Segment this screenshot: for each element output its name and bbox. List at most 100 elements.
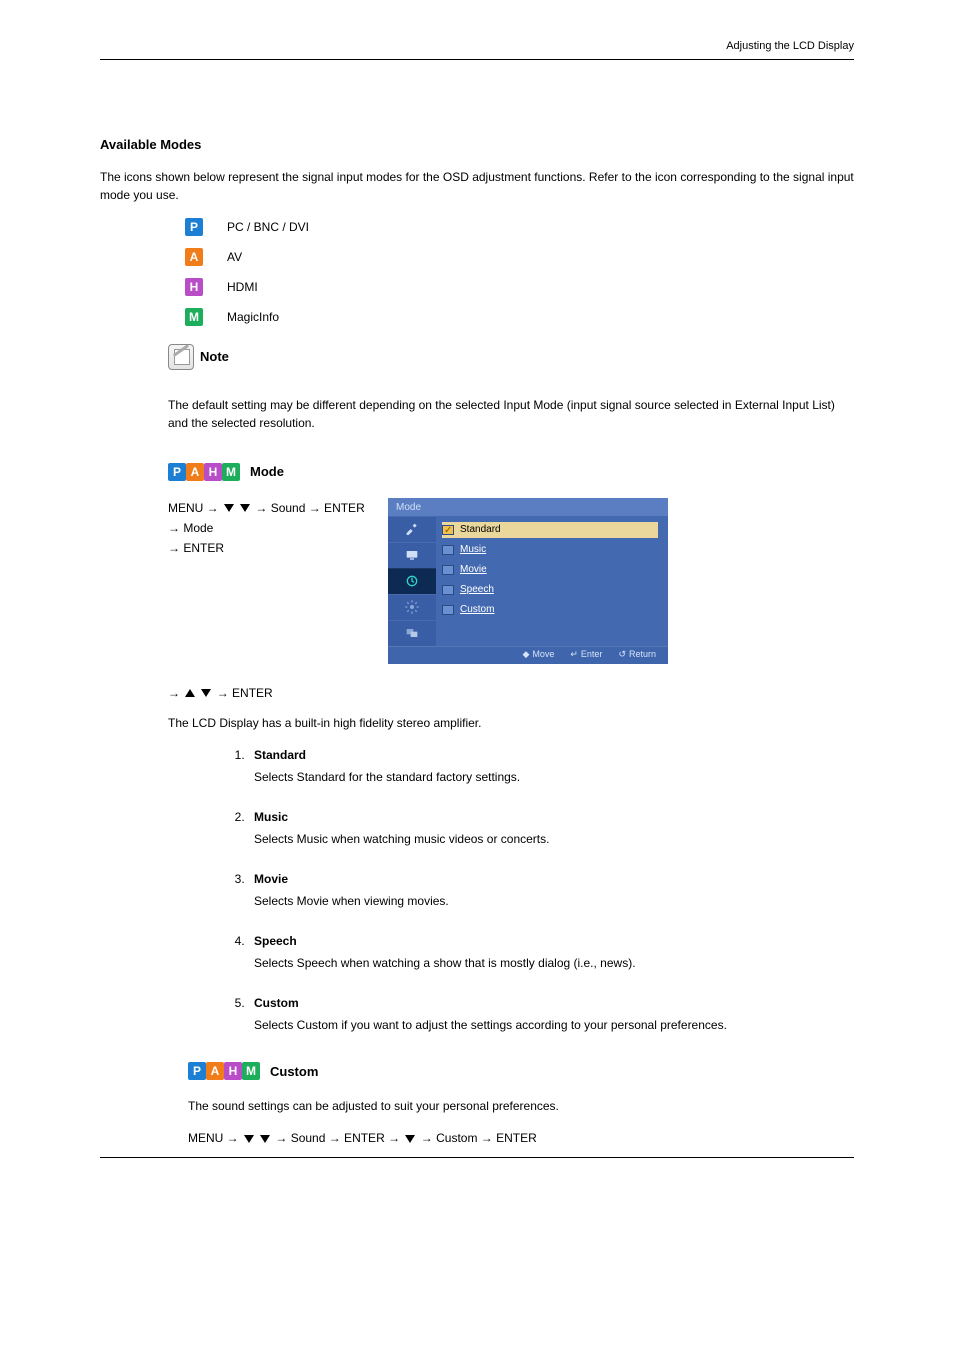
display-icon: [404, 547, 420, 563]
mode-heading-row: P A H M Mode: [168, 462, 854, 482]
page: Adjusting the LCD Display Available Mode…: [0, 0, 954, 1188]
triangle-down-icon: [240, 504, 250, 512]
osd-option-music[interactable]: Music: [442, 542, 658, 558]
icon-label-hdmi: HDMI: [227, 278, 258, 296]
triangle-down-icon: [224, 504, 234, 512]
osd-sideitem: [388, 594, 436, 620]
triangle-down-icon: [260, 1135, 270, 1143]
icon-label-pc: PC / BNC / DVI: [227, 218, 309, 236]
osd-sideitem: [388, 516, 436, 542]
icon-row-hdmi: H HDMI: [185, 278, 854, 296]
icon-label-magicinfo: MagicInfo: [227, 308, 279, 326]
mode-option-standard: Standard Selects Standard for the standa…: [248, 746, 854, 786]
chip-h-icon: H: [224, 1062, 242, 1080]
mode-path-prefix: MENU →: [168, 501, 219, 515]
chip-a-icon: A: [185, 248, 203, 266]
custom-path-suffix: → Custom → ENTER: [421, 1131, 537, 1145]
bottom-rule: [100, 1157, 854, 1158]
mode-option-speech: Speech Selects Speech when watching a sh…: [248, 932, 854, 972]
osd-sideitem: [388, 542, 436, 568]
updown-arrows-icon: [185, 689, 211, 697]
osd-footer-return: ↺Return: [618, 648, 656, 662]
mode-nav-path: MENU → → Sound → ENTER → Mode → ENTER: [168, 498, 368, 664]
down-arrows-icon: [224, 504, 250, 512]
chip-p-icon: P: [168, 463, 186, 481]
multi-icon: [404, 625, 420, 641]
note-text: The default setting may be different dep…: [168, 396, 854, 432]
chip-p-icon: P: [188, 1062, 206, 1080]
osd-option-custom[interactable]: Custom: [442, 602, 658, 618]
chip-m-icon: M: [185, 308, 203, 326]
return-icon: ↺: [618, 648, 626, 662]
note-icon: [168, 344, 194, 370]
osd-row-label: Movie: [460, 562, 658, 577]
chip-a-icon: A: [186, 463, 204, 481]
custom-heading-row: P A H M Custom: [188, 1062, 854, 1082]
custom-path: MENU → → Sound → ENTER → → Custom → ENTE…: [188, 1129, 854, 1147]
custom-path-prefix: MENU →: [188, 1131, 239, 1145]
osd-sideitem: [388, 620, 436, 646]
icon-label-av: AV: [227, 248, 242, 266]
mode-arrow-step: → → ENTER: [168, 684, 854, 702]
chip-m-icon: M: [222, 463, 240, 481]
check-icon: [442, 605, 454, 615]
brush-icon: [404, 521, 420, 537]
note-row: Note: [100, 344, 854, 370]
osd-option-speech[interactable]: Speech: [442, 582, 658, 598]
mode-intro: The LCD Display has a built-in high fide…: [168, 714, 854, 732]
chip-h-icon: H: [185, 278, 203, 296]
available-modes-intro: The icons shown below represent the sign…: [100, 168, 854, 204]
osd-container: Mode: [388, 498, 854, 664]
custom-title: Custom: [270, 1062, 318, 1082]
osd-row-label: Custom: [460, 602, 658, 617]
down-arrow-icon: [405, 1135, 415, 1143]
osd-panel: Mode: [388, 498, 668, 664]
custom-section: P A H M Custom The sound settings can be…: [168, 1062, 854, 1148]
triangle-up-icon: [185, 689, 195, 697]
mode-chipstrip: P A H M: [168, 463, 240, 481]
gear-icon: [404, 599, 420, 615]
option-name: Standard: [254, 748, 306, 762]
mode-title: Mode: [250, 462, 284, 482]
icon-row-av: A AV: [185, 248, 854, 266]
mode-section: P A H M Mode MENU → → Sound → ENTER → Mo…: [168, 462, 854, 1147]
osd-body: Standard Music Movie: [388, 516, 668, 646]
osd-row-label: Music: [460, 542, 658, 557]
osd-footer: ◆Move ↵Enter ↺Return: [388, 646, 668, 664]
check-icon: [442, 565, 454, 575]
mode-option-music: Music Selects Music when watching music …: [248, 808, 854, 848]
option-name: Speech: [254, 934, 297, 948]
chip-a-icon: A: [206, 1062, 224, 1080]
page-header-right: Adjusting the LCD Display: [100, 38, 854, 55]
option-name: Music: [254, 810, 288, 824]
triangle-down-icon: [201, 689, 211, 697]
mode-option-custom: Custom Selects Custom if you want to adj…: [248, 994, 854, 1034]
sound-icon: [404, 573, 420, 589]
available-modes-heading: Available Modes: [100, 135, 854, 155]
osd-sidebar: [388, 516, 436, 646]
mode-two-col: MENU → → Sound → ENTER → Mode → ENTER Mo…: [168, 498, 854, 664]
osd-row-label: Speech: [460, 582, 658, 597]
icon-row-magicinfo: M MagicInfo: [185, 308, 854, 326]
option-desc: Selects Custom if you want to adjust the…: [254, 1016, 854, 1034]
option-desc: Selects Movie when viewing movies.: [254, 892, 854, 910]
chip-p-icon: P: [185, 218, 203, 236]
osd-option-movie[interactable]: Movie: [442, 562, 658, 578]
custom-path-mid: → Sound → ENTER →: [275, 1131, 400, 1145]
option-name: Movie: [254, 872, 288, 886]
updown-icon: ◆: [522, 648, 529, 662]
mode-icon-definitions: P PC / BNC / DVI A AV H HDMI M MagicInfo: [185, 218, 854, 326]
custom-chipstrip: P A H M: [188, 1062, 260, 1080]
option-name: Custom: [254, 996, 299, 1010]
down-arrows-icon: [244, 1135, 270, 1143]
osd-row-label: Standard: [460, 522, 501, 537]
osd-option-standard[interactable]: Standard: [442, 522, 658, 538]
check-icon: [442, 545, 454, 555]
option-desc: Selects Standard for the standard factor…: [254, 768, 854, 786]
note-label: Note: [200, 347, 229, 367]
option-desc: Selects Speech when watching a show that…: [254, 954, 854, 972]
triangle-down-icon: [405, 1135, 415, 1143]
check-icon: [442, 585, 454, 595]
osd-sideitem-active: [388, 568, 436, 594]
osd-main: Standard Music Movie: [436, 516, 668, 646]
